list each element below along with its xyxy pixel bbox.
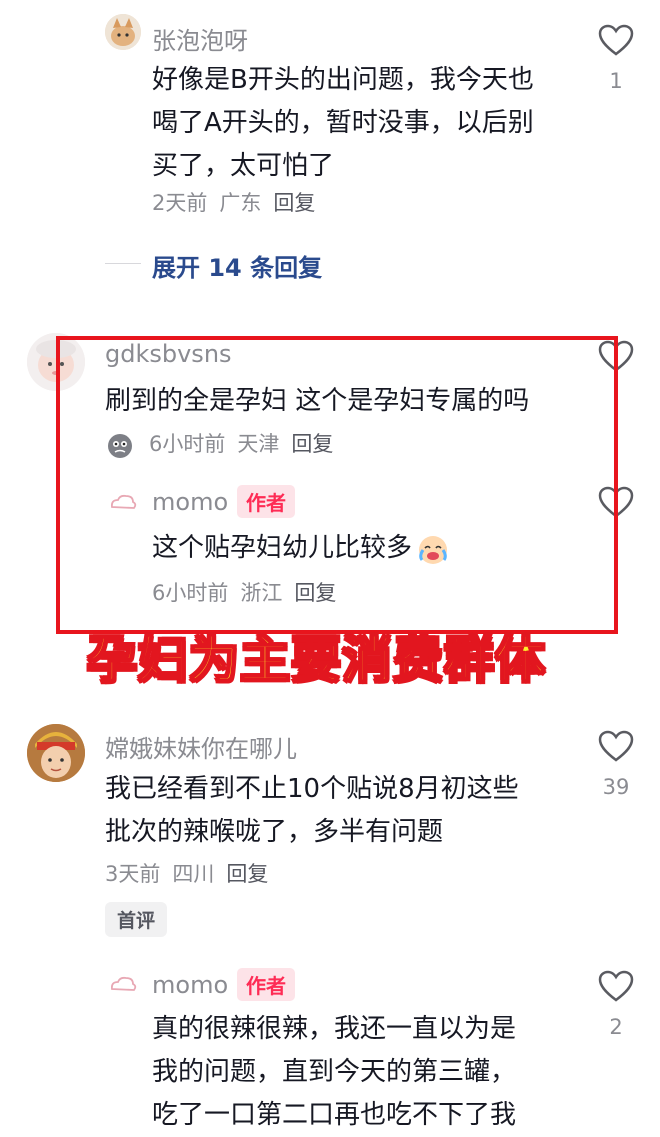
comment-time: 2天前 bbox=[152, 191, 208, 215]
expand-divider bbox=[105, 263, 141, 264]
avatar-user-1[interactable] bbox=[105, 14, 141, 50]
comment-username[interactable]: 嫦娥妹妹你在哪儿 bbox=[105, 729, 297, 764]
like-heart-icon[interactable] bbox=[598, 24, 634, 56]
expand-replies-link[interactable]: 展开 14 条回复 bbox=[152, 248, 322, 283]
comment-meta: 3天前 四川 回复 bbox=[105, 858, 280, 888]
reply-text: 真的很辣很辣，我还一直以为是 我的问题，直到今天的第三罐， 吃了一口第二口再也吃… bbox=[152, 1008, 582, 1137]
cloud-avatar-icon bbox=[110, 976, 137, 991]
reply-username[interactable]: momo bbox=[152, 971, 228, 999]
reply-button[interactable]: 回复 bbox=[226, 862, 268, 886]
cat-avatar-icon bbox=[105, 14, 141, 50]
reply-button[interactable]: 回复 bbox=[273, 191, 315, 215]
comment-username[interactable]: 张泡泡呀 bbox=[152, 21, 248, 56]
monk-avatar-icon bbox=[27, 724, 85, 782]
avatar-user-3[interactable] bbox=[27, 724, 85, 782]
like-heart-icon[interactable] bbox=[598, 970, 634, 1002]
reply-text-line: 真的很辣很辣，我还一直以为是 bbox=[152, 1014, 517, 1044]
first-comment-badge: 首评 bbox=[105, 902, 168, 937]
comment-text: 我已经看到不止10个贴说8月初这些 批次的辣喉咙了，多半有问题 bbox=[105, 768, 585, 854]
avatar-momo[interactable] bbox=[108, 970, 138, 1000]
comment-text-line: 我已经看到不止10个贴说8月初这些 bbox=[105, 774, 519, 804]
comment-text: 好像是B开头的出问题，我今天也 喝了A开头的，暂时没事，以后别 买了，太可怕了 bbox=[152, 59, 592, 188]
comment-text-line: 好像是B开头的出问题，我今天也 bbox=[152, 65, 534, 95]
comment-text-line: 买了，太可怕了 bbox=[152, 151, 335, 181]
comment-text-line: 喝了A开头的，暂时没事，以后别 bbox=[152, 108, 534, 138]
like-count: 1 bbox=[609, 69, 623, 93]
reply-text-line: 我的问题，直到今天的第三罐， bbox=[152, 1057, 517, 1087]
comment-location: 广东 bbox=[219, 191, 262, 215]
comment-time: 3天前 bbox=[105, 862, 161, 886]
overlay-caption: 孕妇为主要消费群体 bbox=[86, 630, 546, 690]
like-count: 39 bbox=[602, 775, 630, 799]
like-heart-icon[interactable] bbox=[598, 730, 634, 762]
reply-text-line: 吃了一口第二口再也吃不下了我 bbox=[152, 1100, 517, 1130]
highlight-box bbox=[56, 336, 618, 634]
author-badge: 作者 bbox=[237, 968, 295, 1001]
comment-meta: 2天前 广东 回复 bbox=[152, 187, 327, 217]
comment-location: 四川 bbox=[172, 862, 215, 886]
like-count: 2 bbox=[609, 1015, 623, 1039]
comment-text-line: 批次的辣喉咙了，多半有问题 bbox=[105, 817, 444, 847]
